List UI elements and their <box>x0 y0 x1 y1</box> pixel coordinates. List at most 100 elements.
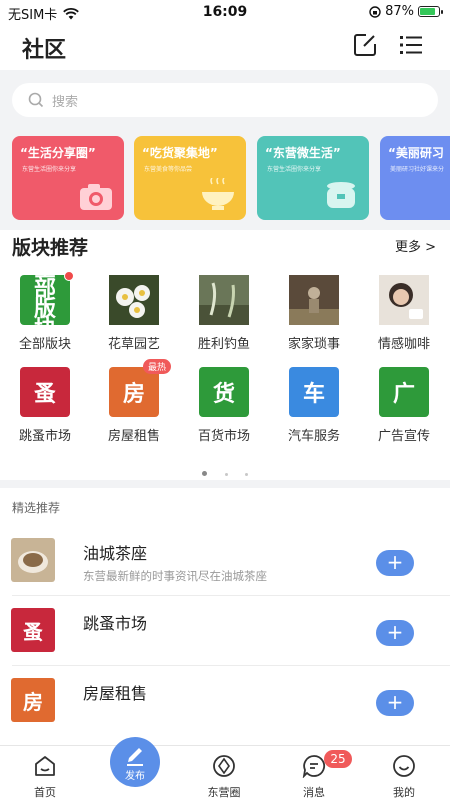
flower-image <box>109 275 159 325</box>
search-placeholder: 搜索 <box>52 94 79 110</box>
board-item-housing[interactable]: 房 最热 房屋租售 <box>94 359 174 444</box>
tile-text: 广 <box>392 382 415 407</box>
tab-label: 首页 <box>34 786 56 799</box>
tile-text: 车 <box>302 382 325 407</box>
board-label: 情感咖啡 <box>377 337 430 352</box>
battery-fill <box>420 8 435 15</box>
tile-text: 蚤 <box>33 382 56 407</box>
search-icon <box>28 92 44 108</box>
board-item-ads[interactable]: 广 广告宣传 <box>364 367 444 444</box>
message-icon <box>302 755 326 779</box>
smile-icon <box>393 755 415 777</box>
tab-label: 我的 <box>393 786 415 799</box>
board-label: 广告宣传 <box>377 429 430 444</box>
status-right: 87% <box>369 4 443 19</box>
page-dot <box>224 473 228 476</box>
tab-label: 消息 <box>303 786 325 799</box>
banner-title: “生活分享圈” <box>20 146 96 160</box>
featured-item[interactable]: 房 房屋租售 + <box>0 678 450 748</box>
banner-subtitle: 东营生活圈你来分享 <box>267 166 322 173</box>
add-button[interactable]: + <box>376 620 414 646</box>
list-menu-icon[interactable] <box>398 32 424 58</box>
row-divider <box>12 665 450 666</box>
section-title: 版块推荐 <box>12 237 89 259</box>
edit-icon[interactable] <box>352 32 378 58</box>
message-count-badge: 25 <box>324 750 352 768</box>
banner-card[interactable]: “美丽研习 美丽研习社好课来分 <box>380 136 450 220</box>
board-item-flea-market[interactable]: 蚤 跳蚤市场 <box>5 367 85 444</box>
board-label: 跳蚤市场 <box>18 429 71 444</box>
board-thumbnail <box>199 275 249 325</box>
board-thumbnail <box>289 275 339 325</box>
section-divider <box>0 480 450 488</box>
pen-icon <box>127 748 143 766</box>
publish-label: 发布 <box>125 771 145 782</box>
fishing-image <box>199 275 249 325</box>
board-tile: 全部版块 <box>20 259 74 341</box>
noodle-bowl-icon <box>202 178 234 210</box>
tab-bar: 首页 东营圈 消息 我的 <box>0 745 450 800</box>
banner-subtitle: 美丽研习社好课来分 <box>390 166 445 173</box>
board-label: 房屋租售 <box>107 429 160 444</box>
featured-title: 精选推荐 <box>12 501 61 515</box>
tile-text: 房 <box>122 382 145 407</box>
thumb-text: 蚤 <box>23 619 43 644</box>
featured-name: 油城茶座 <box>83 544 148 563</box>
board-item-car[interactable]: 车 汽车服务 <box>274 367 354 444</box>
tile-text: 货 <box>212 382 235 407</box>
board-label: 家家琐事 <box>287 337 340 352</box>
compass-icon <box>213 755 235 777</box>
board-tile: 蚤 <box>20 367 70 417</box>
board-item-fishing[interactable]: 胜利钓鱼 <box>184 275 264 352</box>
featured-name: 跳蚤市场 <box>83 614 148 633</box>
search-bar[interactable]: 搜索 <box>12 83 438 117</box>
board-tile: 货 <box>199 367 249 417</box>
banner-carousel[interactable]: “生活分享圈” 东营生活圈你来分享 “吃货聚集地” 东营美食等你品尝 “东营微生… <box>12 136 450 220</box>
banner-title: “美丽研习 <box>388 146 444 160</box>
page-dot <box>244 473 248 476</box>
emotion-image <box>379 275 429 325</box>
add-button[interactable]: + <box>376 690 414 716</box>
board-tile: 广 <box>379 367 429 417</box>
board-item-goods[interactable]: 货 百货市场 <box>184 367 264 444</box>
header: 社区 <box>0 26 450 70</box>
tea-image <box>11 538 55 582</box>
board-label: 百货市场 <box>197 429 250 444</box>
status-bar: 无SIM卡 16:09 87% <box>0 0 450 24</box>
family-image <box>289 275 339 325</box>
board-tile: 房 最热 <box>109 359 171 417</box>
board-item-all[interactable]: 全部版块 全部版块 <box>5 259 85 352</box>
home-icon <box>35 756 55 776</box>
board-thumbnail <box>379 275 429 325</box>
board-item-emotion[interactable]: 情感咖啡 <box>364 275 444 352</box>
board-thumbnail <box>109 275 159 325</box>
publish-button[interactable]: 发布 <box>110 737 160 787</box>
board-item-garden[interactable]: 花草园艺 <box>94 275 174 352</box>
banner-title: “东营微生活” <box>265 146 341 160</box>
red-dot-badge <box>64 271 74 281</box>
tab-circle[interactable]: 东营圈 <box>194 754 254 800</box>
page-indicator <box>0 461 450 480</box>
hot-badge: 最热 <box>142 359 171 374</box>
add-button[interactable]: + <box>376 550 414 576</box>
tab-home[interactable]: 首页 <box>15 754 75 800</box>
banner-card[interactable]: “生活分享圈” 东营生活圈你来分享 <box>12 136 124 220</box>
banner-title: “吃货聚集地” <box>142 146 218 160</box>
featured-thumbnail: 房 <box>11 678 55 722</box>
board-item-family[interactable]: 家家琐事 <box>274 275 354 352</box>
featured-item[interactable]: 油城茶座 东营最新鲜的时事资讯尽在油城茶座 + <box>0 538 450 608</box>
banner-card[interactable]: “吃货聚集地” 东营美食等你品尝 <box>134 136 246 220</box>
battery-icon <box>418 6 443 17</box>
featured-item[interactable]: 蚤 跳蚤市场 + <box>0 608 450 678</box>
board-label: 花草园艺 <box>107 337 160 352</box>
battery-percent: 87% <box>385 4 414 19</box>
featured-thumbnail: 蚤 <box>11 608 55 652</box>
board-label: 汽车服务 <box>287 429 340 444</box>
tab-me[interactable]: 我的 <box>374 754 434 800</box>
featured-thumbnail <box>11 538 55 582</box>
tile-text: 全部版块 <box>33 257 56 342</box>
banner-card[interactable]: “东营微生活” 东营生活圈你来分享 <box>257 136 369 220</box>
more-link[interactable]: 更多 > <box>395 236 436 255</box>
banner-subtitle: 东营生活圈你来分享 <box>22 166 77 173</box>
row-divider <box>12 595 450 596</box>
